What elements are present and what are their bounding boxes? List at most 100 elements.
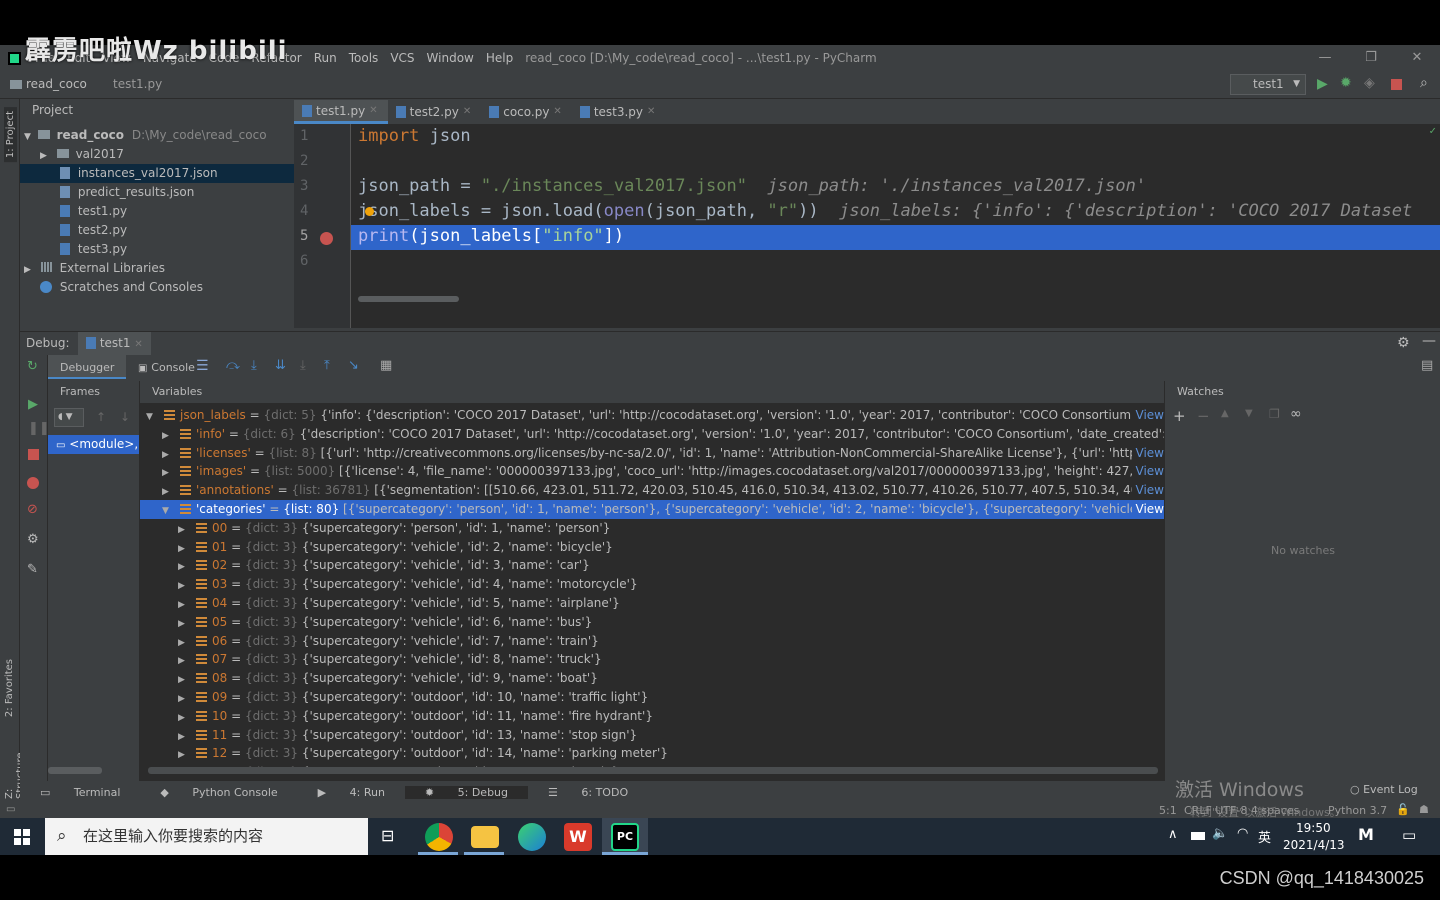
chevron-right-icon[interactable]: ▶ [178, 521, 190, 538]
tab-test2[interactable]: test2.py ✕ [388, 100, 482, 124]
variable-row[interactable]: ▶'licenses' = {list: 8} [{'url': 'http:/… [140, 443, 1164, 463]
variable-row[interactable]: ▶'info' = {dict: 6} {'description': 'COC… [140, 425, 1164, 444]
mute-breakpoints-icon[interactable]: ⊘ [27, 502, 38, 517]
close-icon[interactable]: ✕ [134, 339, 142, 350]
move-up-icon[interactable]: ▲ [1221, 408, 1229, 419]
tool-window-toggle-icon[interactable]: ▭ [6, 804, 15, 815]
tree-item-external-libraries[interactable]: ▶ External Libraries [20, 259, 294, 278]
chevron-right-icon[interactable]: ▶ [178, 615, 190, 632]
chevron-right-icon[interactable]: ▶ [178, 577, 190, 594]
tab-terminal[interactable]: ▭ Terminal [20, 786, 140, 799]
horizontal-scrollbar[interactable] [358, 296, 459, 302]
chevron-right-icon[interactable]: ▶ [178, 596, 190, 613]
copy-icon[interactable]: ❐ [1269, 407, 1280, 421]
view-link[interactable]: View [1131, 443, 1164, 463]
debug-session-tab[interactable]: test1 ✕ [78, 332, 151, 355]
restore-button[interactable]: ❐ [1348, 45, 1394, 71]
variable-row[interactable]: ▶ 03 = {dict: 3} {'supercategory': 'vehic… [140, 575, 1164, 594]
rerun-icon[interactable]: ↻ [27, 359, 38, 374]
breakpoint-icon[interactable] [320, 232, 333, 245]
close-icon[interactable]: ✕ [553, 100, 561, 124]
view-link[interactable]: View [1131, 462, 1164, 482]
chevron-right-icon[interactable]: ▶ [162, 483, 174, 500]
chevron-right-icon[interactable]: ▶ [162, 464, 174, 481]
wps-icon[interactable]: W [564, 823, 592, 851]
variable-row[interactable]: ▶ 07 = {dict: 3} {'supercategory': 'vehic… [140, 650, 1164, 669]
input-method-icon[interactable]: M [1358, 825, 1374, 844]
inspector-icon[interactable]: ☗ [1419, 803, 1429, 816]
pause-icon[interactable]: ❚❚ [28, 421, 50, 436]
lightbulb-icon[interactable] [365, 207, 374, 216]
layout-icon[interactable]: ▤ [1421, 358, 1433, 373]
variables-scrollbar[interactable] [148, 767, 1158, 774]
close-button[interactable]: ✕ [1394, 45, 1440, 71]
force-step-into-icon[interactable]: ⤓ [300, 358, 306, 373]
lock-icon[interactable]: 🔓 [1396, 803, 1410, 816]
remove-watch-icon[interactable]: − [1197, 407, 1210, 425]
caret-position[interactable]: 5:1 [1159, 804, 1177, 817]
minimize-panel-icon[interactable]: — [1422, 333, 1436, 349]
task-view-icon[interactable]: ⊟ [381, 826, 394, 845]
taskbar-search[interactable]: ⌕ 在这里输入你要搜索的内容 [45, 818, 368, 855]
step-out-icon[interactable]: ⤒ [324, 358, 330, 373]
chevron-right-icon[interactable]: ▶ [178, 746, 190, 763]
variable-row[interactable]: ▶ 00 = {dict: 3} {'supercategory': 'perso… [140, 519, 1164, 538]
tab-python-console[interactable]: ◆ Python Console [140, 786, 297, 799]
stop-icon[interactable] [1391, 79, 1402, 90]
tree-item-test2[interactable]: test2.py [20, 221, 294, 240]
close-icon[interactable]: ✕ [463, 100, 471, 124]
view-link[interactable]: View [1131, 500, 1164, 519]
tree-item-test1[interactable]: test1.py [20, 202, 294, 221]
chevron-down-icon[interactable]: ▼ [162, 502, 174, 519]
coverage-icon[interactable]: ◈ [1364, 75, 1375, 91]
tab-debugger[interactable]: Debugger [48, 355, 127, 379]
stop-icon[interactable] [28, 449, 39, 460]
tab-debug[interactable]: ✹ 5: Debug [404, 785, 529, 799]
close-icon[interactable]: ✕ [369, 99, 377, 123]
chevron-right-icon[interactable]: ▶ [178, 652, 190, 669]
project-header[interactable]: Project [32, 103, 73, 117]
variable-row[interactable]: ▶ 02 = {dict: 3} {'supercategory': 'vehic… [140, 556, 1164, 575]
add-watch-icon[interactable]: + [1173, 407, 1186, 425]
clock-date[interactable]: 2021/4/13 [1283, 838, 1345, 852]
run-config-dropdown[interactable]: test1 ▼ [1230, 74, 1306, 95]
arrow-up-icon[interactable]: ↑ [96, 410, 106, 424]
tree-item-test3[interactable]: test3.py [20, 240, 294, 259]
menu-vcs[interactable]: VCS [384, 51, 420, 65]
variable-row[interactable]: ▶ 10 = {dict: 3} {'supercategory': 'outdo… [140, 707, 1164, 726]
event-log-button[interactable]: ○ Event Log [1350, 783, 1418, 796]
tab-todo[interactable]: ☰ 6: TODO [528, 786, 648, 799]
chevron-right-icon[interactable]: ▶ [178, 671, 190, 688]
resume-icon[interactable]: ▶ [28, 397, 38, 412]
breadcrumb-project[interactable]: read_coco [26, 77, 87, 91]
move-down-icon[interactable]: ▼ [1245, 408, 1253, 419]
minimize-button[interactable]: — [1302, 45, 1348, 71]
tree-root[interactable]: ▼ read_coco D:\My_code\read_coco [20, 126, 294, 145]
view-link[interactable]: View [1131, 481, 1164, 501]
menu-help[interactable]: Help [480, 51, 519, 65]
step-over-icon[interactable]: ⤼ [226, 358, 240, 373]
variable-row[interactable]: ▶ 09 = {dict: 3} {'supercategory': 'outdo… [140, 688, 1164, 707]
variable-row[interactable]: ▼'categories' = {list: 80} [{'supercateg… [140, 500, 1164, 519]
code-editor[interactable]: 1 2 3 4 5 6 import json json_path = "./i… [294, 124, 1440, 328]
editor-gutter[interactable]: 1 2 3 4 5 6 [294, 124, 351, 328]
chevron-right-icon[interactable]: ▶ [178, 728, 190, 745]
variable-row[interactable]: ▶ 06 = {dict: 3} {'supercategory': 'vehic… [140, 632, 1164, 651]
variable-row[interactable]: ▶'images' = {list: 5000} [{'license': 4,… [140, 462, 1164, 482]
variable-row[interactable]: ▶'annotations' = {list: 36781} [{'segmen… [140, 481, 1164, 501]
variable-row[interactable]: ▼ json_labels = {dict: 5} {'info': {'desc… [140, 406, 1164, 425]
battery-icon[interactable] [1191, 832, 1205, 840]
view-link[interactable]: View [1131, 406, 1164, 425]
ime-indicator[interactable]: 英 [1258, 827, 1271, 846]
pin-icon[interactable]: ✎ [27, 562, 38, 577]
menu-tools[interactable]: Tools [343, 51, 385, 65]
variable-row[interactable]: ▶ 11 = {dict: 3} {'supercategory': 'outdo… [140, 726, 1164, 745]
chevron-right-icon[interactable]: ▶ [162, 427, 174, 444]
notification-icon[interactable]: ▭ [1402, 826, 1416, 844]
chevron-right-icon[interactable]: ▶ [178, 540, 190, 557]
tree-item-predict-json[interactable]: predict_results.json [20, 183, 294, 202]
wifi-icon[interactable]: ◠ [1237, 826, 1248, 841]
evaluate-expression-icon[interactable]: ▦ [380, 358, 392, 373]
variable-row[interactable]: ▶ 04 = {dict: 3} {'supercategory': 'vehic… [140, 594, 1164, 613]
tree-item-instances-json[interactable]: instances_val2017.json [20, 164, 294, 183]
